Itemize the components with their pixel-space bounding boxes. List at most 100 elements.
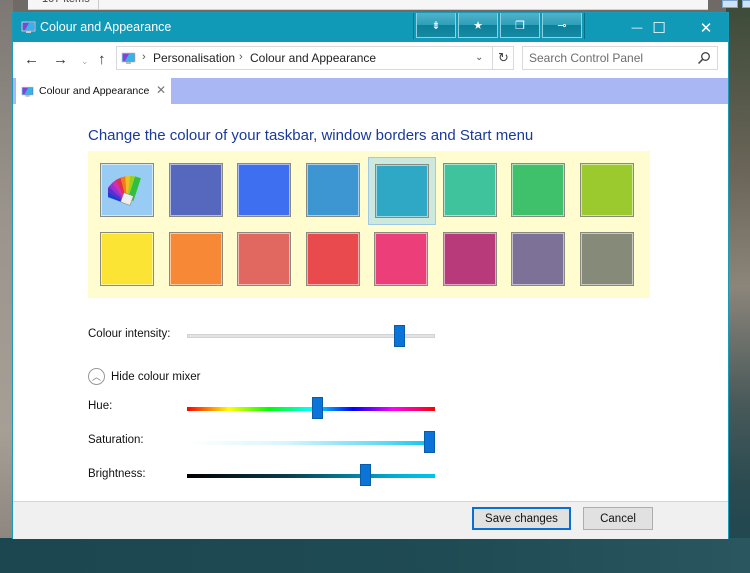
maximize-button[interactable]: ☐	[636, 13, 682, 42]
colour-intensity-thumb[interactable]	[394, 325, 405, 347]
address-bar[interactable]: › Personalisation › Colour and Appearanc…	[116, 46, 514, 70]
content-pane: Change the colour of your taskbar, windo…	[13, 104, 728, 501]
details-view-icon[interactable]	[722, 0, 738, 8]
hue-slider[interactable]	[187, 397, 435, 419]
colour-and-appearance-icon	[21, 21, 36, 33]
colour-swatch[interactable]	[168, 232, 223, 286]
control-panel-icon	[121, 52, 136, 64]
maximize-icon: ☐	[652, 19, 666, 37]
forward-button[interactable]: →	[53, 51, 68, 68]
page-heading: Change the colour of your taskbar, windo…	[88, 127, 534, 144]
colour-intensity-slider[interactable]	[187, 325, 435, 347]
swatch-lime[interactable]	[568, 151, 636, 219]
colour-swatch[interactable]	[442, 232, 497, 286]
colour-swatch[interactable]	[579, 232, 634, 286]
swatch-aqua-green[interactable]	[431, 151, 499, 219]
colour-intensity-label: Colour intensity:	[88, 328, 171, 340]
colour-swatch[interactable]	[374, 232, 428, 286]
hue-thumb[interactable]	[312, 397, 323, 419]
colour-swatch[interactable]	[168, 163, 223, 217]
colour-swatch[interactable]	[237, 163, 291, 217]
swatch-custom[interactable]	[88, 151, 156, 219]
swatch-magenta[interactable]	[431, 220, 499, 288]
colour-swatch[interactable]	[511, 232, 565, 286]
tab-label: Colour and Appearance	[39, 85, 150, 97]
close-button[interactable]: ✕	[683, 13, 729, 42]
desktop-background-right	[726, 0, 750, 573]
custom-colour-swatch[interactable]	[100, 163, 154, 217]
save-changes-button[interactable]: Save changes	[472, 507, 571, 530]
star-icon: ★	[473, 19, 483, 32]
recent-locations-button[interactable]: ⌄	[81, 56, 89, 67]
hue-label: Hue:	[88, 400, 113, 412]
colour-swatch[interactable]	[305, 163, 360, 217]
collapse-ribbon-button[interactable]: ⇟	[416, 13, 456, 38]
swatch-blue[interactable]	[225, 151, 293, 219]
colour-palette	[88, 151, 650, 298]
saturation-label: Saturation:	[88, 434, 144, 446]
desktop-background-bottom	[0, 538, 750, 573]
hide-colour-mixer-label: Hide colour mixer	[111, 370, 201, 383]
colour-fan-icon	[108, 175, 141, 206]
refresh-button[interactable]: ↻	[492, 47, 514, 69]
colour-and-appearance-icon	[21, 86, 34, 97]
title-bar-extra-buttons: ⇟ ★ ❐ ⊸	[413, 13, 585, 39]
back-button[interactable]: ←	[24, 51, 39, 68]
pin-button[interactable]: ⊸	[542, 13, 582, 38]
navigation-bar: ← → ⌄ ↑ › Personalisation › Colour and A…	[13, 42, 728, 78]
colour-swatch[interactable]	[237, 232, 291, 286]
saturation-thumb[interactable]	[424, 431, 435, 453]
history-icon: ❐	[515, 19, 525, 32]
collapse-icon: ⇟	[431, 19, 441, 32]
colour-swatch[interactable]	[305, 232, 360, 286]
colour-swatch[interactable]	[375, 164, 429, 218]
chevron-up-icon: ︿	[88, 368, 105, 385]
colour-and-appearance-window: Colour and Appearance ⇟ ★ ❐ ⊸ — ☐ ✕ ← → …	[12, 12, 729, 539]
favorites-button[interactable]: ★	[458, 13, 498, 38]
breadcrumb-colour-and-appearance[interactable]: Colour and Appearance	[250, 51, 376, 65]
colour-swatch[interactable]	[100, 232, 154, 286]
address-dropdown-icon[interactable]: ⌄	[475, 52, 483, 63]
brightness-slider[interactable]	[187, 464, 435, 486]
pin-icon: ⊸	[557, 19, 567, 32]
brightness-thumb[interactable]	[360, 464, 371, 486]
search-input[interactable]	[523, 47, 693, 69]
tab-close-icon[interactable]: ✕	[156, 83, 166, 97]
tab-colour-and-appearance[interactable]: Colour and Appearance ✕	[16, 78, 171, 104]
brightness-label: Brightness:	[88, 468, 146, 480]
large-icons-view-icon[interactable]	[742, 0, 750, 8]
swatch-pink[interactable]	[362, 220, 430, 288]
title-bar[interactable]: Colour and Appearance ⇟ ★ ❐ ⊸ — ☐ ✕	[13, 13, 728, 42]
breadcrumb-separator-icon: ›	[142, 51, 146, 63]
view-mode-buttons	[722, 0, 750, 10]
background-explorer-window: 107 items	[28, 0, 750, 10]
close-icon: ✕	[699, 19, 713, 37]
breadcrumb-personalisation[interactable]: Personalisation	[153, 51, 235, 65]
search-box	[522, 46, 718, 70]
cancel-button[interactable]: Cancel	[583, 507, 653, 530]
up-button[interactable]: ↑	[98, 51, 106, 68]
swatch-green[interactable]	[499, 151, 567, 219]
search-icon[interactable]	[697, 51, 711, 65]
colour-swatch[interactable]	[511, 163, 565, 217]
colour-swatch[interactable]	[579, 163, 634, 217]
swatch-red[interactable]	[294, 220, 362, 288]
swatch-salmon[interactable]	[225, 220, 293, 288]
swatch-slate-blue[interactable]	[157, 151, 225, 219]
colour-swatch[interactable]	[442, 163, 497, 217]
window-title: Colour and Appearance	[40, 20, 172, 34]
swatch-teal[interactable]	[368, 157, 436, 225]
swatch-olive-grey[interactable]	[568, 220, 636, 288]
swatch-sky-blue[interactable]	[294, 151, 362, 219]
background-status-text: 107 items	[42, 0, 90, 5]
footer-bar: Save changes Cancel	[13, 501, 728, 539]
hide-colour-mixer-toggle[interactable]: ︿ Hide colour mixer	[88, 368, 200, 385]
breadcrumb-separator-icon: ›	[239, 51, 243, 63]
tab-strip: Colour and Appearance ✕	[13, 78, 728, 104]
status-divider	[98, 0, 99, 10]
swatch-purple-grey[interactable]	[499, 220, 567, 288]
swatch-orange[interactable]	[157, 220, 225, 288]
swatch-yellow[interactable]	[88, 220, 156, 288]
saturation-slider[interactable]	[187, 431, 435, 453]
window-history-button[interactable]: ❐	[500, 13, 540, 38]
